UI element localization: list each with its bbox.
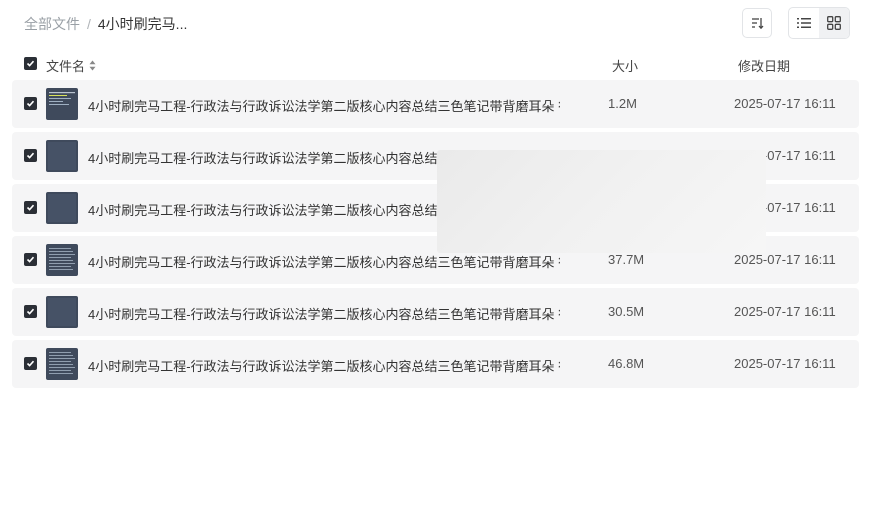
row-checkbox[interactable] xyxy=(24,305,37,318)
file-date: 2025-07-17 16:11 xyxy=(734,252,836,267)
column-size-header[interactable]: 大小 xyxy=(612,56,638,75)
file-size: 46.8M xyxy=(608,356,645,371)
check-icon xyxy=(26,100,35,107)
select-all-checkbox[interactable] xyxy=(24,57,37,70)
column-name-label: 文件名 xyxy=(46,59,86,74)
file-size: 37.7M xyxy=(608,252,645,267)
breadcrumb-current: 4小时刷完马... xyxy=(97,16,188,32)
sort-icon xyxy=(752,18,764,30)
file-name[interactable]: 4小时刷完马工程-行政法与行政诉讼法学第二版核心内容总结三色笔记带背磨耳朵 行政… xyxy=(88,252,560,271)
file-thumbnail xyxy=(46,296,78,328)
sort-button[interactable] xyxy=(742,8,772,38)
file-row[interactable]: 4小时刷完马工程-行政法与行政诉讼法学第二版核心内容总结三色笔记带背磨耳朵 行政… xyxy=(12,80,859,128)
file-row[interactable]: 4小时刷完马工程-行政法与行政诉讼法学第二版核心内容总结三色笔记带背磨耳朵 行政… xyxy=(12,288,859,336)
row-checkbox[interactable] xyxy=(24,253,37,266)
check-icon xyxy=(26,60,35,67)
file-thumbnail xyxy=(46,140,78,172)
row-checkbox[interactable] xyxy=(24,201,37,214)
list-view-icon xyxy=(797,18,811,28)
grid-view-icon xyxy=(827,16,841,30)
file-date: 2025-07-17 16:11 xyxy=(734,96,836,111)
file-date: 2025-07-17 16:11 xyxy=(734,304,836,319)
column-name-header[interactable]: 文件名 xyxy=(46,56,96,75)
list-view-button[interactable] xyxy=(789,8,819,38)
file-row[interactable]: 4小时刷完马工程-行政法与行政诉讼法学第二版核心内容总结三色笔记带背磨耳朵 行政… xyxy=(12,340,859,388)
file-thumbnail xyxy=(46,348,78,380)
row-checkbox[interactable] xyxy=(24,149,37,162)
breadcrumb-separator: / xyxy=(87,16,91,32)
breadcrumb-root[interactable]: 全部文件 xyxy=(24,14,80,34)
check-icon xyxy=(26,308,35,315)
check-icon xyxy=(26,152,35,159)
check-icon xyxy=(26,256,35,263)
file-date: 2025-07-17 16:11 xyxy=(734,356,836,371)
check-icon xyxy=(26,204,35,211)
toolbar xyxy=(742,7,850,39)
file-list-header: 文件名 大小 修改日期 xyxy=(12,50,859,78)
file-thumbnail xyxy=(46,88,78,120)
column-sort-icon[interactable] xyxy=(89,60,96,71)
breadcrumb: 全部文件 / 4小时刷完马... xyxy=(24,14,187,34)
grid-view-button[interactable] xyxy=(819,8,849,38)
hover-tooltip xyxy=(437,150,766,253)
row-checkbox[interactable] xyxy=(24,357,37,370)
file-size: 30.5M xyxy=(608,304,645,319)
file-thumbnail xyxy=(46,244,78,276)
row-checkbox[interactable] xyxy=(24,97,37,110)
file-size: 1.2M xyxy=(608,96,637,111)
file-name[interactable]: 4小时刷完马工程-行政法与行政诉讼法学第二版核心内容总结三色笔记带背磨耳朵 行政… xyxy=(88,304,560,323)
file-name[interactable]: 4小时刷完马工程-行政法与行政诉讼法学第二版核心内容总结三色笔记带背磨耳朵 行政… xyxy=(88,96,560,115)
view-toggle xyxy=(788,7,850,39)
column-date-header[interactable]: 修改日期 xyxy=(738,56,790,75)
check-icon xyxy=(26,360,35,367)
file-name[interactable]: 4小时刷完马工程-行政法与行政诉讼法学第二版核心内容总结三色笔记带背磨耳朵 行政… xyxy=(88,356,560,375)
file-thumbnail xyxy=(46,192,78,224)
